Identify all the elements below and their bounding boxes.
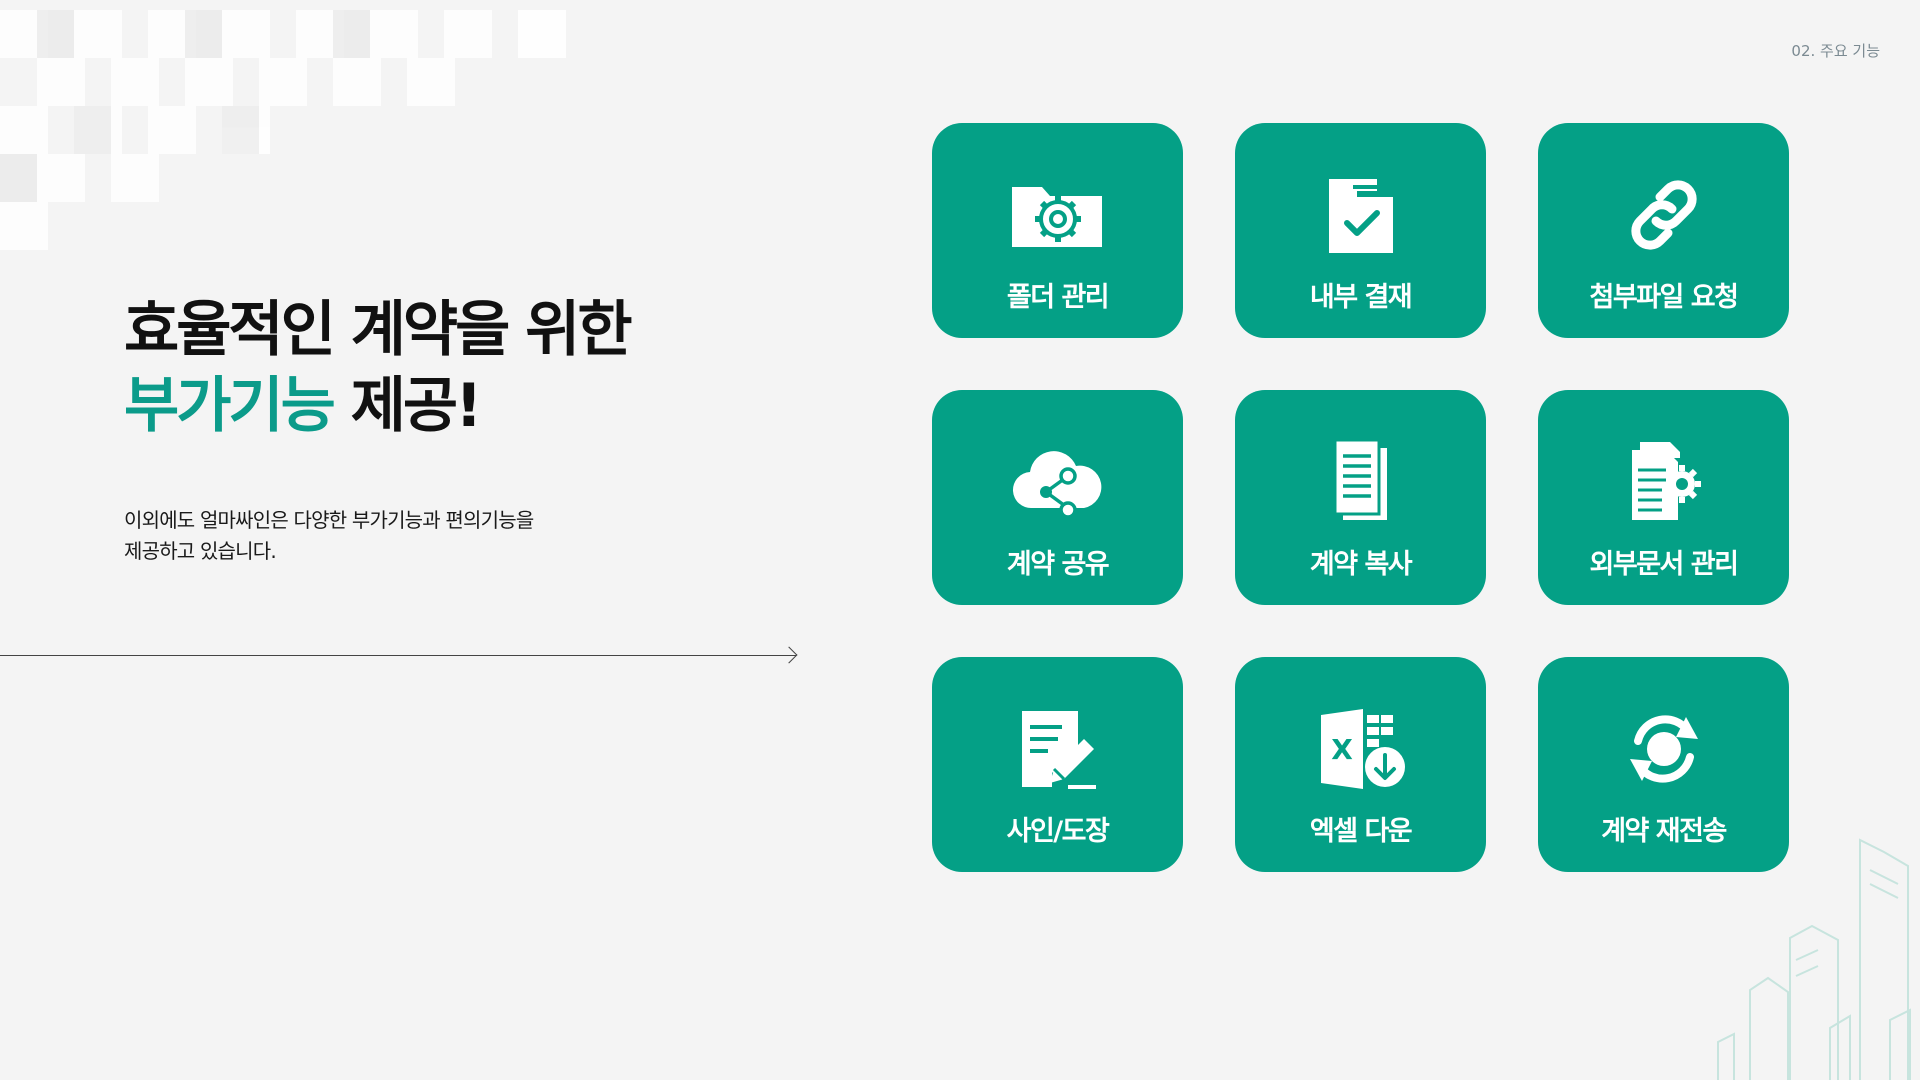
link-icon: [1616, 167, 1712, 263]
description-line-1: 이외에도 얼마싸인은 다양한 부가기능과 편의기능을: [124, 508, 534, 532]
feature-label: 사인/도장: [1006, 816, 1110, 847]
resend-icon: [1616, 701, 1712, 797]
document-copy-icon: [1313, 434, 1409, 530]
sign-document-icon: [1010, 701, 1106, 797]
divider-line: [0, 655, 796, 656]
feature-tile-contract-resend[interactable]: 계약 재전송: [1538, 657, 1789, 872]
section-label: 02. 주요 기능: [1791, 42, 1880, 60]
feature-label: 내부 결재: [1309, 282, 1413, 313]
feature-label: 폴더 관리: [1006, 282, 1110, 313]
cloud-share-icon: [1010, 434, 1106, 530]
headline-rest: 제공!: [332, 371, 483, 441]
folder-gear-icon: [1010, 167, 1106, 263]
feature-tile-folder-management[interactable]: 폴더 관리: [932, 123, 1183, 338]
feature-label: 계약 재전송: [1601, 816, 1727, 847]
feature-tile-internal-approval[interactable]: 내부 결재: [1235, 123, 1486, 338]
feature-label: 외부문서 관리: [1589, 549, 1739, 580]
arrow-right-icon: [780, 646, 798, 664]
feature-tile-sign-stamp[interactable]: 사인/도장: [932, 657, 1183, 872]
excel-download-icon: X: [1313, 701, 1409, 797]
headline-accent: 부가기능: [124, 371, 336, 441]
feature-label: 계약 복사: [1309, 549, 1413, 580]
feature-label: 첨부파일 요청: [1589, 282, 1739, 313]
feature-label: 엑셀 다운: [1309, 816, 1413, 847]
description-line-2: 제공하고 있습니다.: [124, 539, 277, 563]
feature-tile-attachment-request[interactable]: 첨부파일 요청: [1538, 123, 1789, 338]
feature-tile-contract-share[interactable]: 계약 공유: [932, 390, 1183, 605]
feature-tile-excel-download[interactable]: X 엑셀 다운: [1235, 657, 1486, 872]
feature-tile-contract-copy[interactable]: 계약 복사: [1235, 390, 1486, 605]
description: 이외에도 얼마싸인은 다양한 부가기능과 편의기능을 제공하고 있습니다.: [124, 505, 624, 567]
folder-check-icon: [1313, 167, 1409, 263]
feature-label: 계약 공유: [1006, 549, 1110, 580]
feature-tile-external-document[interactable]: 외부문서 관리: [1538, 390, 1789, 605]
headline-line-2: 부가기능 제공!: [124, 368, 630, 444]
svg-text:X: X: [1331, 733, 1353, 766]
headline-line-1: 효율적인 계약을 위한: [124, 295, 633, 365]
headline: 효율적인 계약을 위한 부가기능 제공!: [124, 292, 633, 444]
feature-grid: 폴더 관리 내부 결재 첨부파일 요청 계약 공유 계약 복사 외부문서 관리 …: [932, 123, 1789, 872]
document-gear-icon: [1616, 434, 1712, 530]
background-pattern: [0, 10, 566, 250]
